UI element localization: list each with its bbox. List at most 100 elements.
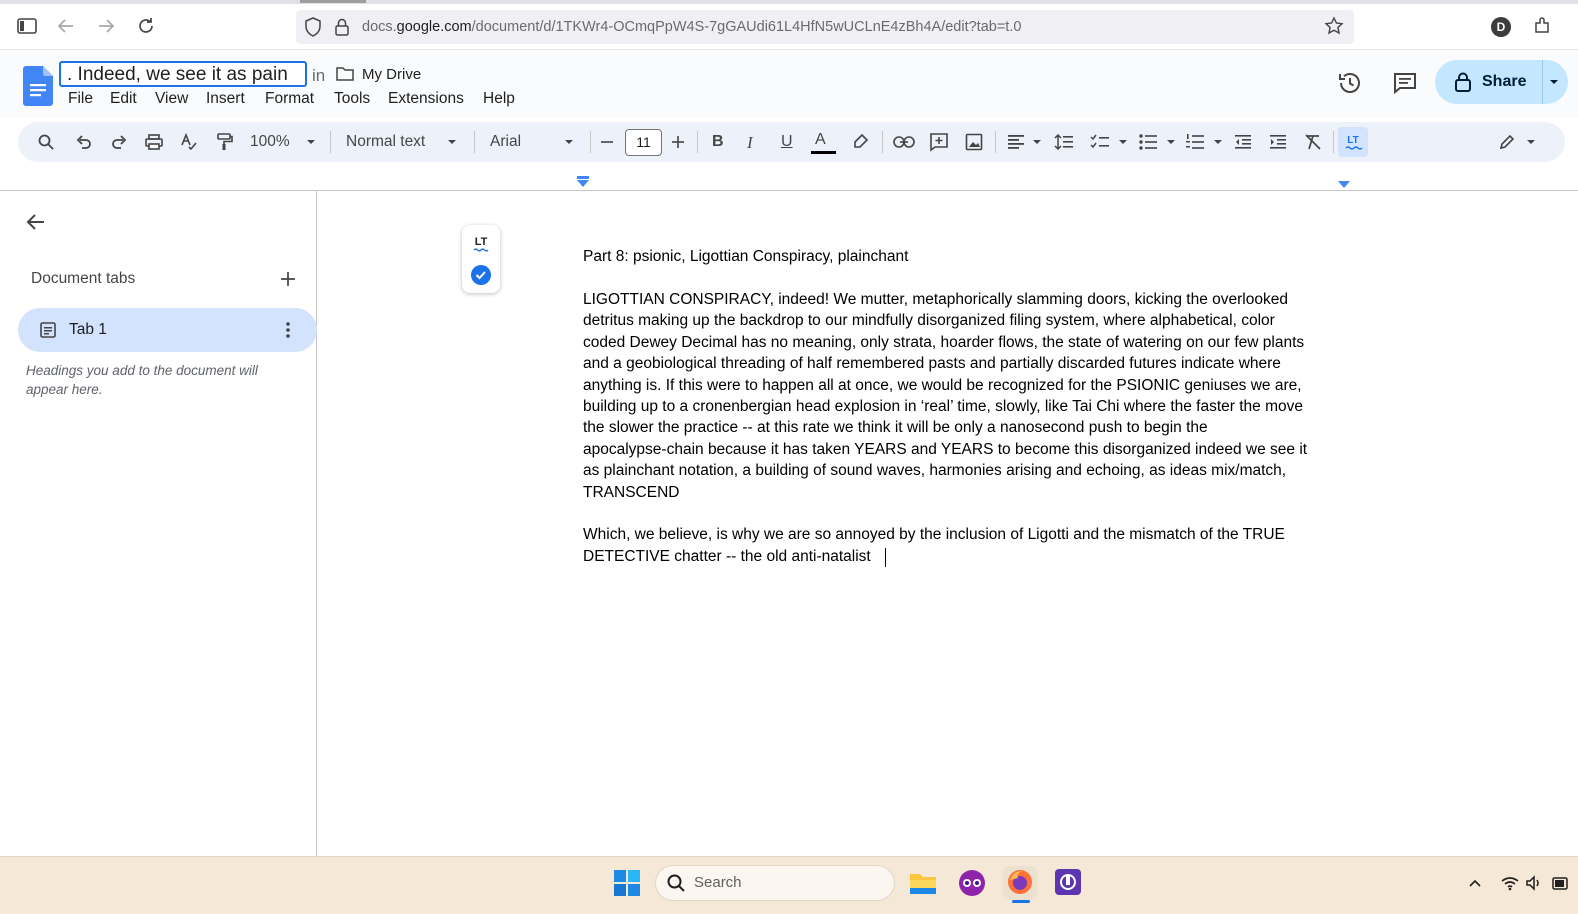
document-title-input[interactable]: . Indeed, we see it as pain — [59, 61, 307, 87]
docs-logo-icon[interactable] — [23, 66, 53, 106]
document-line: as plainchant notation, a building of so… — [583, 462, 1287, 479]
decrease-indent-icon[interactable] — [1232, 131, 1254, 153]
zoom-chevron-down-icon[interactable] — [300, 131, 322, 153]
font-size-input[interactable]: 11 — [625, 129, 662, 156]
version-history-icon[interactable] — [1337, 70, 1363, 96]
underline-button[interactable]: U — [781, 133, 793, 151]
left-indent-marker[interactable] — [576, 176, 590, 188]
increase-indent-icon[interactable] — [1267, 131, 1289, 153]
document-line: coded Dewey Decimal has no meaning, only… — [583, 334, 1305, 351]
font-chevron-down-icon[interactable] — [558, 131, 580, 153]
text-color-button[interactable]: A — [815, 131, 826, 149]
align-left-icon[interactable] — [1005, 131, 1027, 153]
taskbar-search-box[interactable] — [655, 865, 895, 901]
menu-tools[interactable]: Tools — [334, 90, 370, 108]
system-tray-chevron-up-icon[interactable] — [1465, 873, 1485, 893]
active-tab-indicator — [300, 0, 366, 3]
checklist-icon[interactable] — [1089, 131, 1111, 153]
undo-icon[interactable] — [73, 131, 95, 153]
reload-icon[interactable] — [134, 14, 158, 38]
url-text[interactable]: docs.google.com/document/d/1TKWr4-OCmqPp… — [362, 19, 1021, 35]
folder-icon[interactable] — [336, 66, 354, 82]
zoom-select[interactable]: 100% — [250, 133, 290, 151]
add-comment-icon[interactable] — [928, 131, 950, 153]
chevron-down-icon — [1550, 80, 1558, 84]
privacy-app-icon[interactable] — [1054, 868, 1082, 896]
bookmark-star-icon[interactable] — [1324, 16, 1344, 36]
paragraph-style-select[interactable]: Normal text — [346, 133, 425, 151]
menu-edit[interactable]: Edit — [110, 90, 137, 108]
share-lock-icon — [1454, 72, 1472, 92]
toolbar-divider — [1333, 131, 1334, 153]
lock-icon[interactable] — [334, 17, 350, 37]
bulleted-list-icon[interactable] — [1137, 131, 1159, 153]
menu-insert[interactable]: Insert — [206, 90, 245, 108]
address-bar[interactable]: docs.google.com/document/d/1TKWr4-OCmqPp… — [296, 10, 1354, 44]
bullet-chevron-down-icon[interactable] — [1160, 131, 1182, 153]
folder-location-link[interactable]: My Drive — [362, 66, 421, 83]
document-tabs-heading: Document tabs — [31, 270, 136, 287]
menu-help[interactable]: Help — [483, 90, 515, 108]
print-icon[interactable] — [143, 131, 165, 153]
italic-button[interactable]: I — [747, 133, 753, 153]
text-cursor — [885, 548, 886, 567]
insert-image-icon[interactable] — [963, 131, 985, 153]
battery-icon[interactable] — [1550, 873, 1570, 893]
active-app-indicator — [1012, 900, 1030, 903]
languagetool-widget[interactable]: LT — [462, 225, 500, 293]
toolbar-divider — [330, 131, 331, 153]
add-tab-plus-icon[interactable] — [279, 270, 297, 288]
windows-start-icon[interactable] — [613, 869, 641, 897]
shield-icon[interactable] — [304, 17, 322, 37]
taskbar-search-placeholder: Search — [694, 874, 742, 891]
align-chevron-down-icon[interactable] — [1026, 131, 1048, 153]
decrease-font-size-icon[interactable] — [596, 131, 618, 153]
menu-format[interactable]: Format — [265, 90, 314, 108]
profile-avatar[interactable]: D — [1491, 17, 1511, 37]
editing-mode-pencil-icon[interactable] — [1496, 131, 1518, 153]
toolbar-divider — [995, 131, 996, 153]
document-line: and a geobiological threading of half re… — [583, 355, 1281, 372]
redo-icon[interactable] — [108, 131, 130, 153]
right-indent-marker[interactable] — [1337, 180, 1351, 189]
clear-formatting-icon[interactable] — [1302, 131, 1324, 153]
numbered-list-icon[interactable] — [1184, 131, 1206, 153]
menu-extensions[interactable]: Extensions — [388, 90, 464, 108]
search-menus-icon[interactable] — [35, 131, 57, 153]
paint-format-icon[interactable] — [213, 131, 235, 153]
increase-font-size-icon[interactable] — [667, 131, 689, 153]
highlight-pen-icon[interactable] — [849, 131, 871, 153]
close-sidebar-arrow-icon[interactable] — [25, 211, 47, 233]
comments-icon[interactable] — [1392, 70, 1418, 96]
sidebar-toggle-icon[interactable] — [15, 14, 39, 38]
volume-icon[interactable] — [1524, 873, 1544, 893]
checklist-chevron-down-icon[interactable] — [1112, 131, 1134, 153]
sidebar-item-tab-1[interactable] — [18, 308, 317, 352]
wifi-icon[interactable] — [1500, 873, 1520, 893]
languagetool-icon: LT — [1345, 135, 1363, 150]
numbered-chevron-down-icon[interactable] — [1207, 131, 1229, 153]
bold-button[interactable]: B — [712, 133, 724, 151]
taskbar-search-icon — [666, 873, 686, 893]
share-options-button[interactable] — [1542, 60, 1568, 104]
document-line: DETECTIVE chatter -- the old anti-natali… — [583, 548, 871, 565]
font-family-select[interactable]: Arial — [490, 133, 521, 151]
extensions-icon[interactable] — [1530, 14, 1554, 38]
file-explorer-icon[interactable] — [908, 869, 938, 897]
spellcheck-icon[interactable] — [178, 131, 200, 153]
firefox-icon[interactable] — [1006, 868, 1034, 896]
forward-icon[interactable] — [94, 14, 118, 38]
line-spacing-icon[interactable] — [1053, 131, 1075, 153]
document-line: anything is. If this were to happen all … — [583, 377, 1302, 394]
insert-link-icon[interactable] — [893, 131, 915, 153]
mode-chevron-down-icon[interactable] — [1520, 131, 1542, 153]
back-icon[interactable] — [54, 14, 78, 38]
incognito-mask-app-icon[interactable] — [957, 868, 987, 898]
more-options-icon[interactable] — [282, 320, 294, 340]
style-chevron-down-icon[interactable] — [441, 131, 463, 153]
toolbar-divider — [590, 131, 591, 153]
menu-view[interactable]: View — [155, 90, 188, 108]
menu-file[interactable]: File — [68, 90, 93, 108]
languagetool-toggle-button[interactable]: LT — [1338, 127, 1368, 157]
toolbar-divider — [882, 131, 883, 153]
